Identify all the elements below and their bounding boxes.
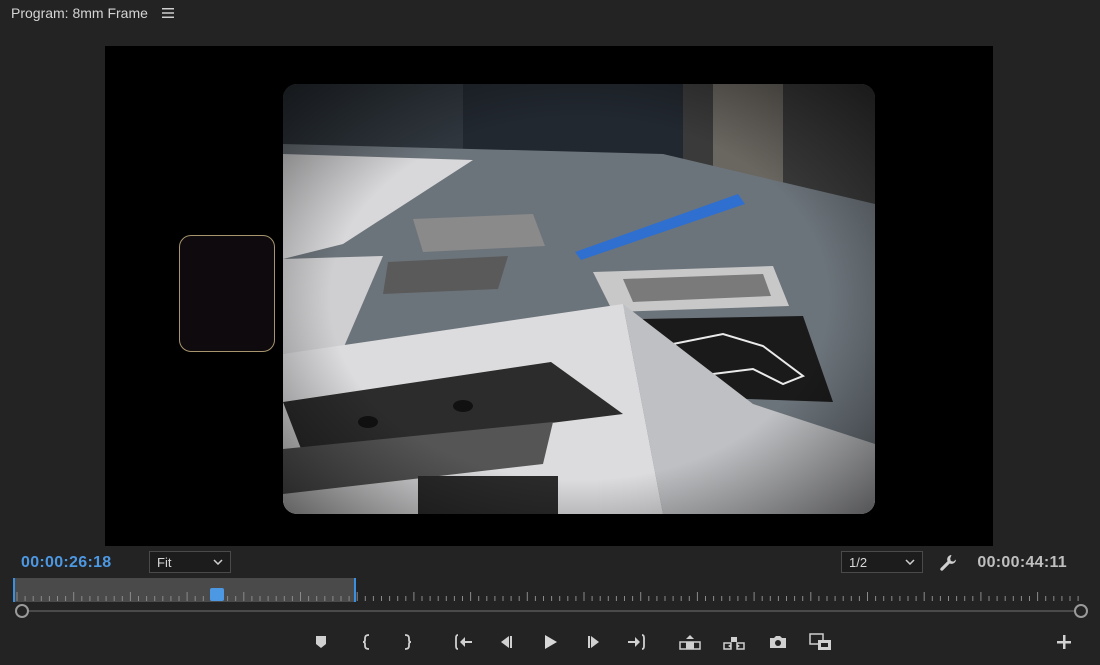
go-to-in-icon xyxy=(454,634,474,650)
lift-icon xyxy=(679,634,701,650)
zoom-level-value: Fit xyxy=(157,554,172,570)
marker-icon xyxy=(314,635,328,649)
export-frame-button[interactable] xyxy=(766,631,790,653)
button-editor-button[interactable] xyxy=(1054,632,1074,652)
zoom-level-dropdown[interactable]: Fit xyxy=(149,551,231,573)
add-marker-button[interactable] xyxy=(309,631,333,653)
playback-resolution-dropdown[interactable]: 1/2 xyxy=(841,551,923,573)
zoom-scroll-bar[interactable] xyxy=(20,610,1080,612)
step-forward-icon xyxy=(586,635,602,649)
playback-resolution-value: 1/2 xyxy=(849,554,868,570)
mark-out-icon xyxy=(402,634,412,650)
chevron-down-icon xyxy=(905,559,915,565)
panel-title[interactable]: Program: 8mm Frame xyxy=(11,5,148,21)
playhead[interactable] xyxy=(209,588,224,601)
current-timecode[interactable]: 00:00:26:18 xyxy=(21,554,111,572)
step-back-icon xyxy=(498,635,514,649)
settings-wrench-icon[interactable] xyxy=(938,553,958,573)
play-icon xyxy=(542,634,558,650)
go-to-out-button[interactable] xyxy=(624,631,648,653)
step-forward-button[interactable] xyxy=(582,631,606,653)
extract-icon xyxy=(723,634,745,650)
go-to-out-icon xyxy=(626,634,646,650)
lift-button[interactable] xyxy=(678,631,702,653)
camera-icon xyxy=(768,634,788,650)
zoom-scroll-start-handle[interactable] xyxy=(15,604,29,618)
panel-header: Program: 8mm Frame xyxy=(11,4,174,22)
video-frame xyxy=(283,84,875,514)
go-to-in-button[interactable] xyxy=(452,631,476,653)
step-back-button[interactable] xyxy=(494,631,518,653)
plus-icon xyxy=(1054,635,1074,656)
mark-in-button[interactable] xyxy=(355,631,379,653)
extract-button[interactable] xyxy=(722,631,746,653)
mark-out-button[interactable] xyxy=(395,631,419,653)
mark-in-icon xyxy=(362,634,372,650)
hamburger-menu-icon[interactable] xyxy=(161,8,174,18)
zoom-scroll-end-handle[interactable] xyxy=(1074,604,1088,618)
film-sprocket-hole xyxy=(179,235,275,352)
comparison-view-button[interactable] xyxy=(809,631,833,653)
time-ruler[interactable] xyxy=(13,578,1086,606)
ruler-ticks xyxy=(16,592,1079,601)
duration-timecode: 00:00:44:11 xyxy=(977,554,1067,571)
comparison-view-icon xyxy=(809,633,833,651)
play-button[interactable] xyxy=(538,631,562,653)
program-monitor-viewer[interactable] xyxy=(105,46,993,546)
chevron-down-icon xyxy=(213,559,223,565)
